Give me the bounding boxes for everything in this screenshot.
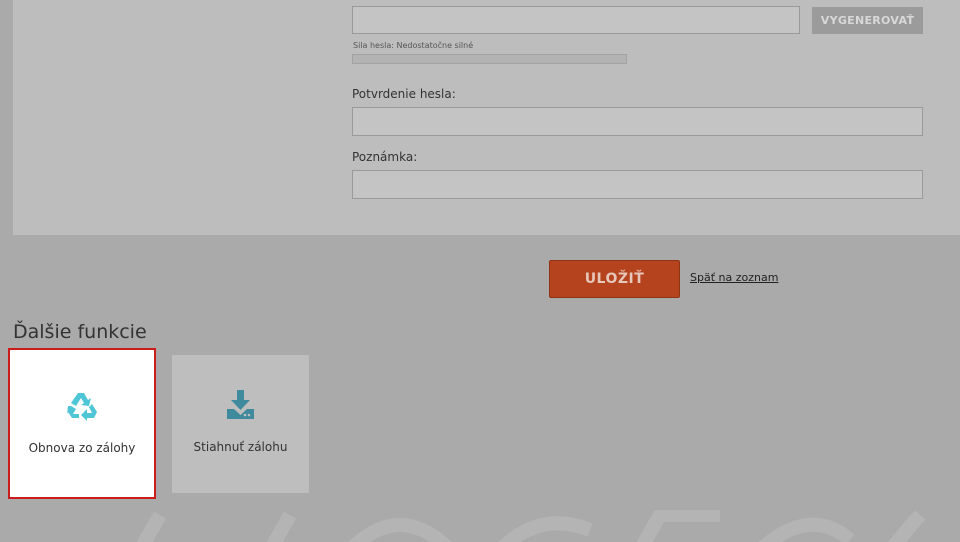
download-icon [225,390,257,424]
password-strength-text: Sila hesla: Nedostatočne silné [353,41,474,50]
watermark-logo [120,510,960,542]
restore-from-backup-tile[interactable]: Obnova zo zálohy [8,348,156,499]
note-label: Poznámka: [352,150,418,164]
note-input[interactable] [352,170,923,199]
generate-password-button[interactable]: VYGENEROVAŤ [812,7,923,34]
download-backup-tile[interactable]: Stiahnuť zálohu [172,355,309,493]
confirm-password-input[interactable] [352,107,923,136]
download-backup-label: Stiahnuť zálohu [193,440,288,454]
more-functions-title: Ďalšie funkcie [13,321,147,343]
back-to-list-link[interactable]: Späť na zoznam [690,271,778,284]
password-input[interactable] [352,6,800,34]
restore-from-backup-label: Obnova zo zálohy [28,441,136,455]
recycle-icon [67,391,99,425]
confirm-password-label: Potvrdenie hesla: [352,87,456,101]
save-button[interactable]: ULOŽIŤ [549,260,680,298]
password-strength-meter [352,54,627,64]
